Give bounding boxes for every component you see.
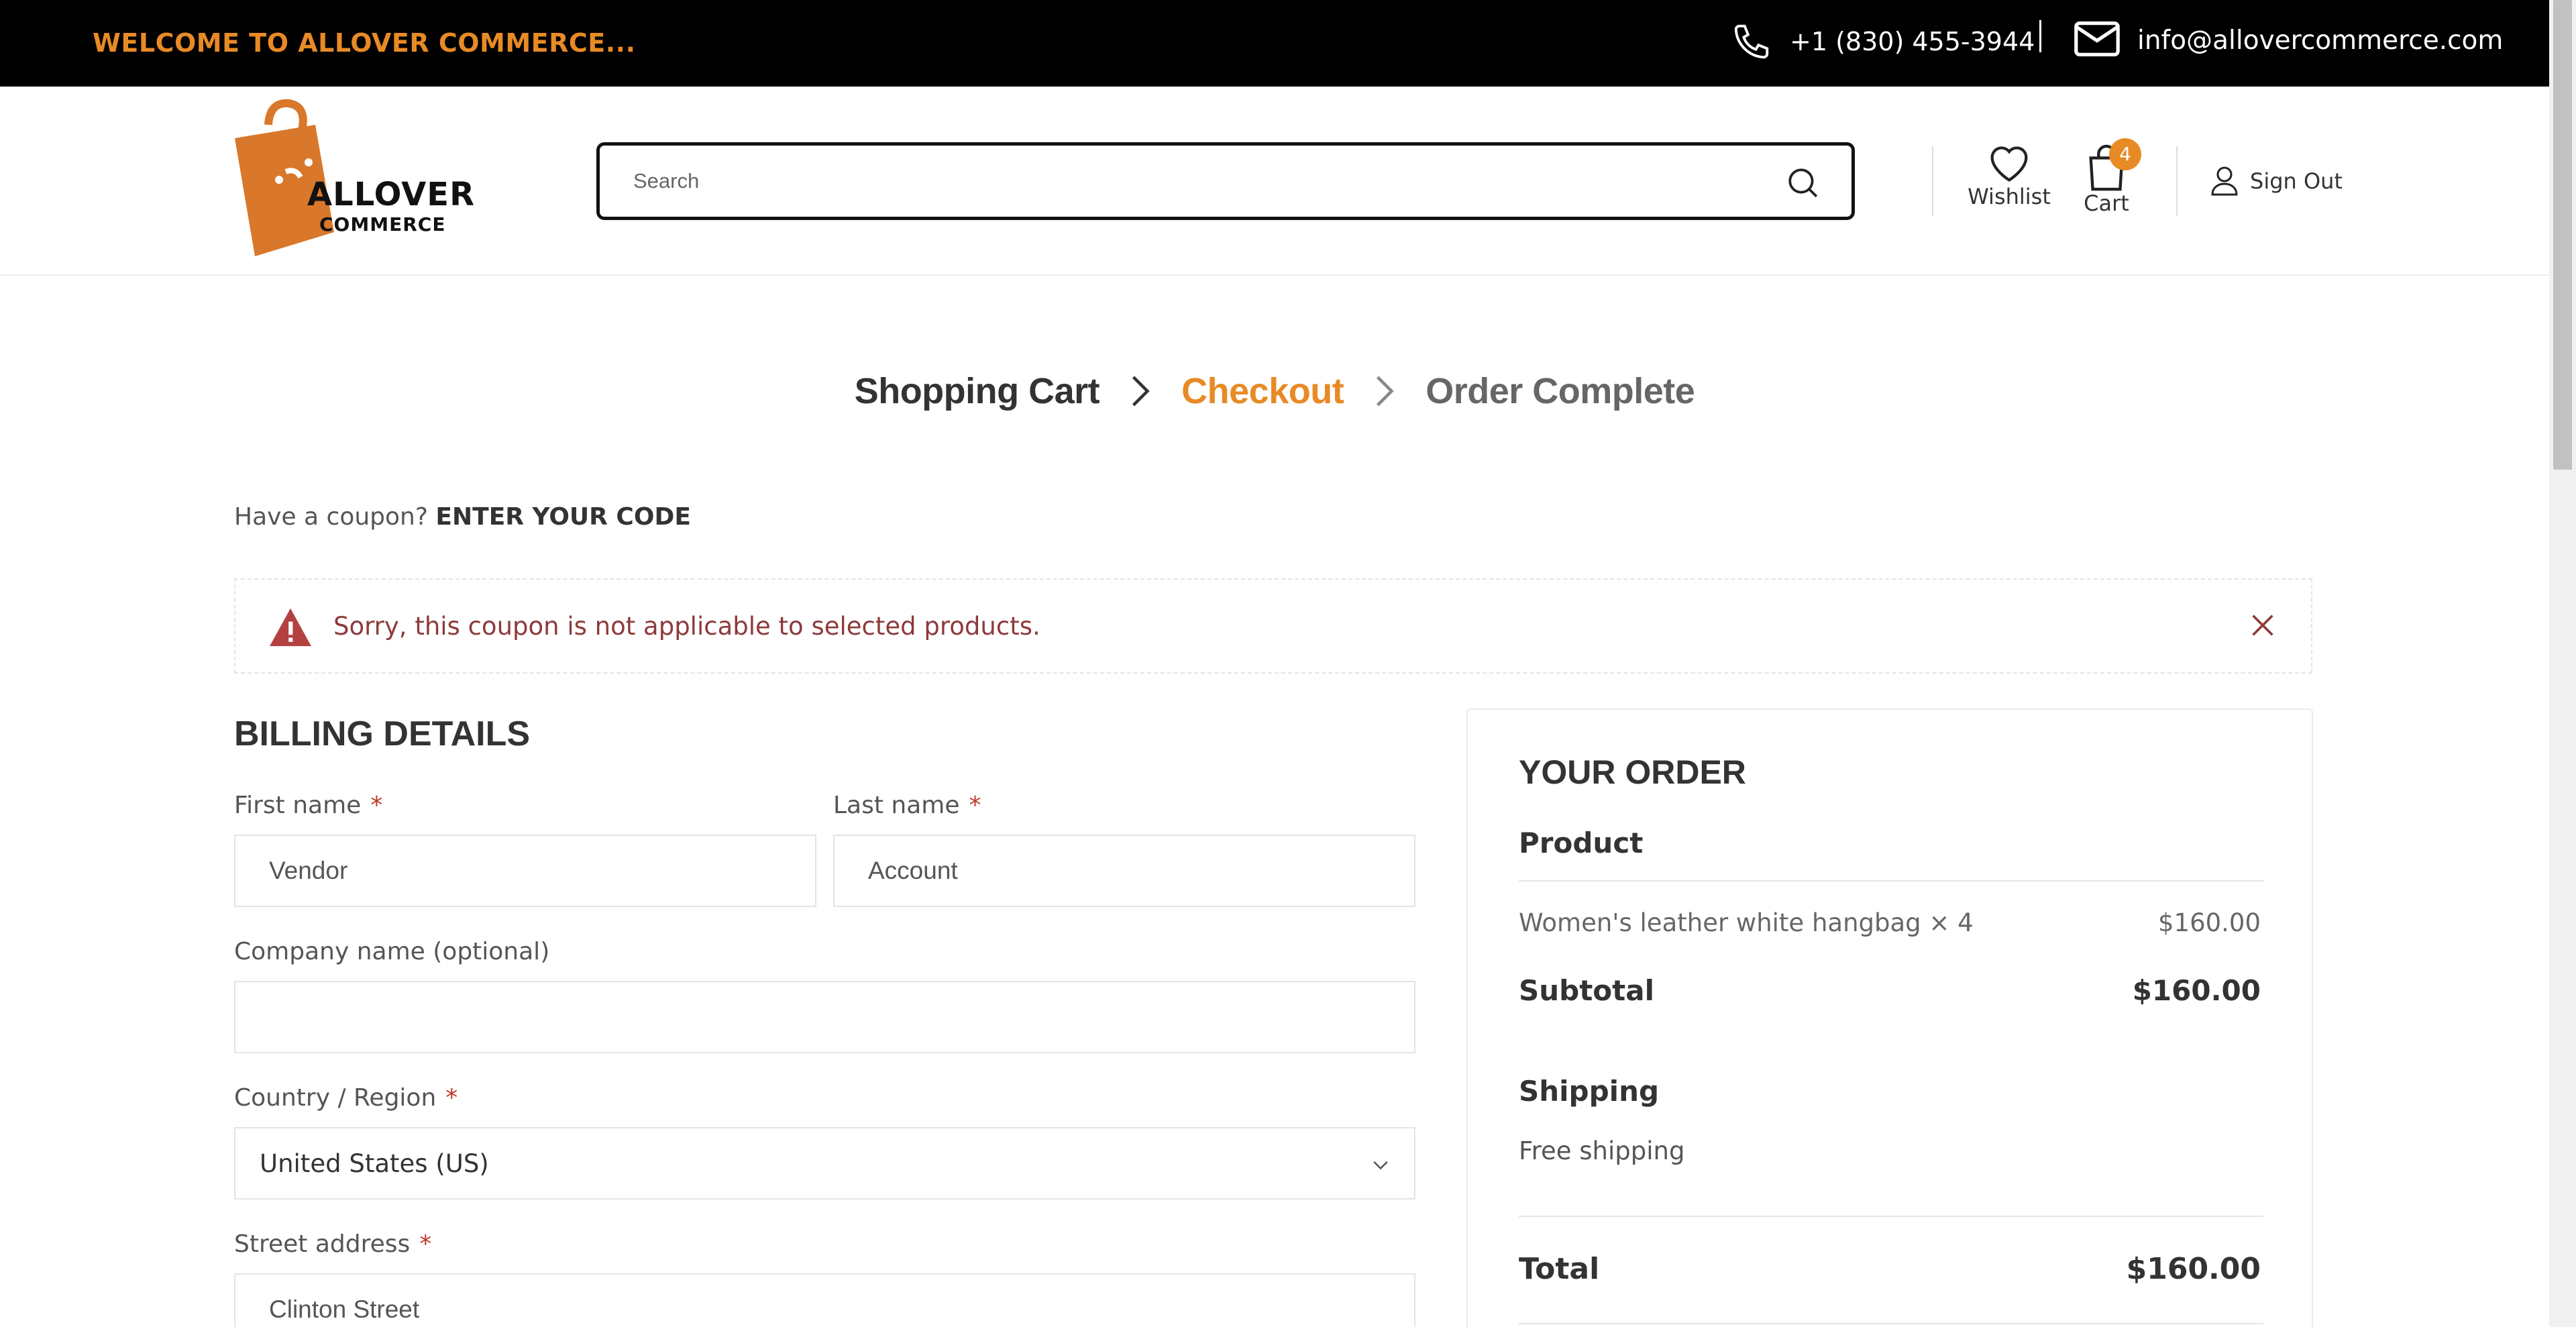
heart-icon — [1990, 146, 2028, 182]
required-mark: * — [969, 792, 981, 819]
enter-coupon-link[interactable]: ENTER YOUR CODE — [435, 503, 691, 531]
search-bar — [596, 142, 1855, 220]
logo-title: ALLOVER — [307, 176, 476, 213]
order-item-name: Women's leather white hangbag × 4 — [1519, 908, 1974, 937]
shipping-value: Free shipping — [1519, 1136, 1685, 1165]
country-label-text: Country / Region — [234, 1084, 437, 1112]
user-icon — [2211, 166, 2238, 196]
close-icon[interactable] — [2251, 613, 2275, 637]
divider — [1519, 880, 2263, 882]
header-divider — [1932, 146, 1933, 216]
company-field-box — [234, 981, 1415, 1053]
header-divider — [2176, 146, 2178, 216]
wishlist-label: Wishlist — [1968, 184, 2051, 209]
street-input[interactable] — [269, 1275, 1271, 1327]
site-logo[interactable]: ALLOVER COMMERCE — [221, 98, 474, 263]
cart-label: Cart — [2084, 191, 2129, 216]
country-select[interactable]: United States (US) — [234, 1127, 1415, 1200]
street-label-text: Street address — [234, 1230, 411, 1258]
scrollbar-thumb[interactable] — [2553, 0, 2572, 470]
topbar-divider — [2039, 20, 2041, 52]
first-name-label-text: First name — [234, 792, 362, 819]
cart-count-badge: 4 — [2109, 138, 2141, 170]
step-checkout[interactable]: Checkout — [1181, 370, 1344, 412]
order-summary: YOUR ORDER Product Women's leather white… — [1466, 708, 2313, 1327]
step-order-complete[interactable]: Order Complete — [1426, 370, 1695, 412]
coupon-prompt: Have a coupon? ENTER YOUR CODE — [234, 503, 691, 531]
chevron-right-icon — [1132, 376, 1150, 407]
search-icon[interactable] — [1786, 166, 1819, 199]
phone-number-link[interactable]: +1 (830) 455-3944 — [1790, 27, 2035, 56]
company-label: Company name (optional) — [234, 938, 550, 965]
shipping-label: Shipping — [1519, 1075, 1660, 1108]
page-scrollbar[interactable] — [2549, 0, 2576, 1327]
company-input[interactable] — [269, 982, 1271, 1052]
sign-out-label: Sign Out — [2250, 168, 2343, 194]
your-order-title: YOUR ORDER — [1519, 753, 1746, 791]
billing-details-title: BILLING DETAILS — [234, 714, 531, 753]
last-name-field-box — [833, 835, 1415, 907]
subtotal-label: Subtotal — [1519, 974, 1654, 1007]
coupon-error-alert: Sorry, this coupon is not applicable to … — [234, 578, 2312, 674]
coupon-prompt-text: Have a coupon? — [234, 503, 428, 531]
street-label: Street address * — [234, 1230, 431, 1258]
first-name-input[interactable] — [269, 836, 762, 906]
divider — [1519, 1216, 2263, 1217]
search-input[interactable] — [633, 166, 1733, 197]
country-label: Country / Region * — [234, 1084, 458, 1112]
checkout-steps: Shopping Cart Checkout Order Complete — [0, 368, 2549, 412]
sign-out-link[interactable]: Sign Out — [2211, 165, 2343, 197]
required-mark: * — [419, 1230, 432, 1258]
wishlist-link[interactable]: Wishlist — [1966, 142, 2053, 221]
total-label: Total — [1519, 1252, 1600, 1286]
cart-link[interactable]: Cart 4 — [2073, 138, 2141, 221]
order-item-price: $160.00 — [2157, 908, 2261, 937]
street-field-box — [234, 1273, 1415, 1327]
first-name-label: First name * — [234, 792, 382, 819]
subtotal-value: $160.00 — [2132, 974, 2261, 1007]
mail-icon — [2074, 21, 2120, 56]
chevron-down-icon — [1373, 1161, 1388, 1170]
welcome-text: WELCOME TO ALLOVER COMMERCE... — [93, 28, 636, 58]
logo-subtitle: COMMERCE — [319, 213, 446, 235]
required-mark: * — [370, 792, 383, 819]
required-mark: * — [445, 1084, 458, 1112]
country-select-value: United States (US) — [260, 1149, 489, 1178]
phone-icon — [1734, 24, 1769, 59]
top-bar: WELCOME TO ALLOVER COMMERCE... +1 (830) … — [0, 0, 2549, 87]
total-value: $160.00 — [2126, 1252, 2261, 1286]
last-name-label-text: Last name — [833, 792, 960, 819]
chevron-right-icon — [1377, 376, 1394, 407]
product-header: Product — [1519, 827, 1644, 859]
alert-message: Sorry, this coupon is not applicable to … — [333, 612, 1040, 641]
email-link[interactable]: info@allovercommerce.com — [2137, 25, 2503, 56]
step-shopping-cart[interactable]: Shopping Cart — [855, 370, 1100, 412]
warning-icon — [270, 608, 311, 647]
divider — [1519, 1323, 2263, 1324]
first-name-field-box — [234, 835, 816, 907]
last-name-label: Last name * — [833, 792, 981, 819]
last-name-input[interactable] — [868, 836, 1361, 906]
